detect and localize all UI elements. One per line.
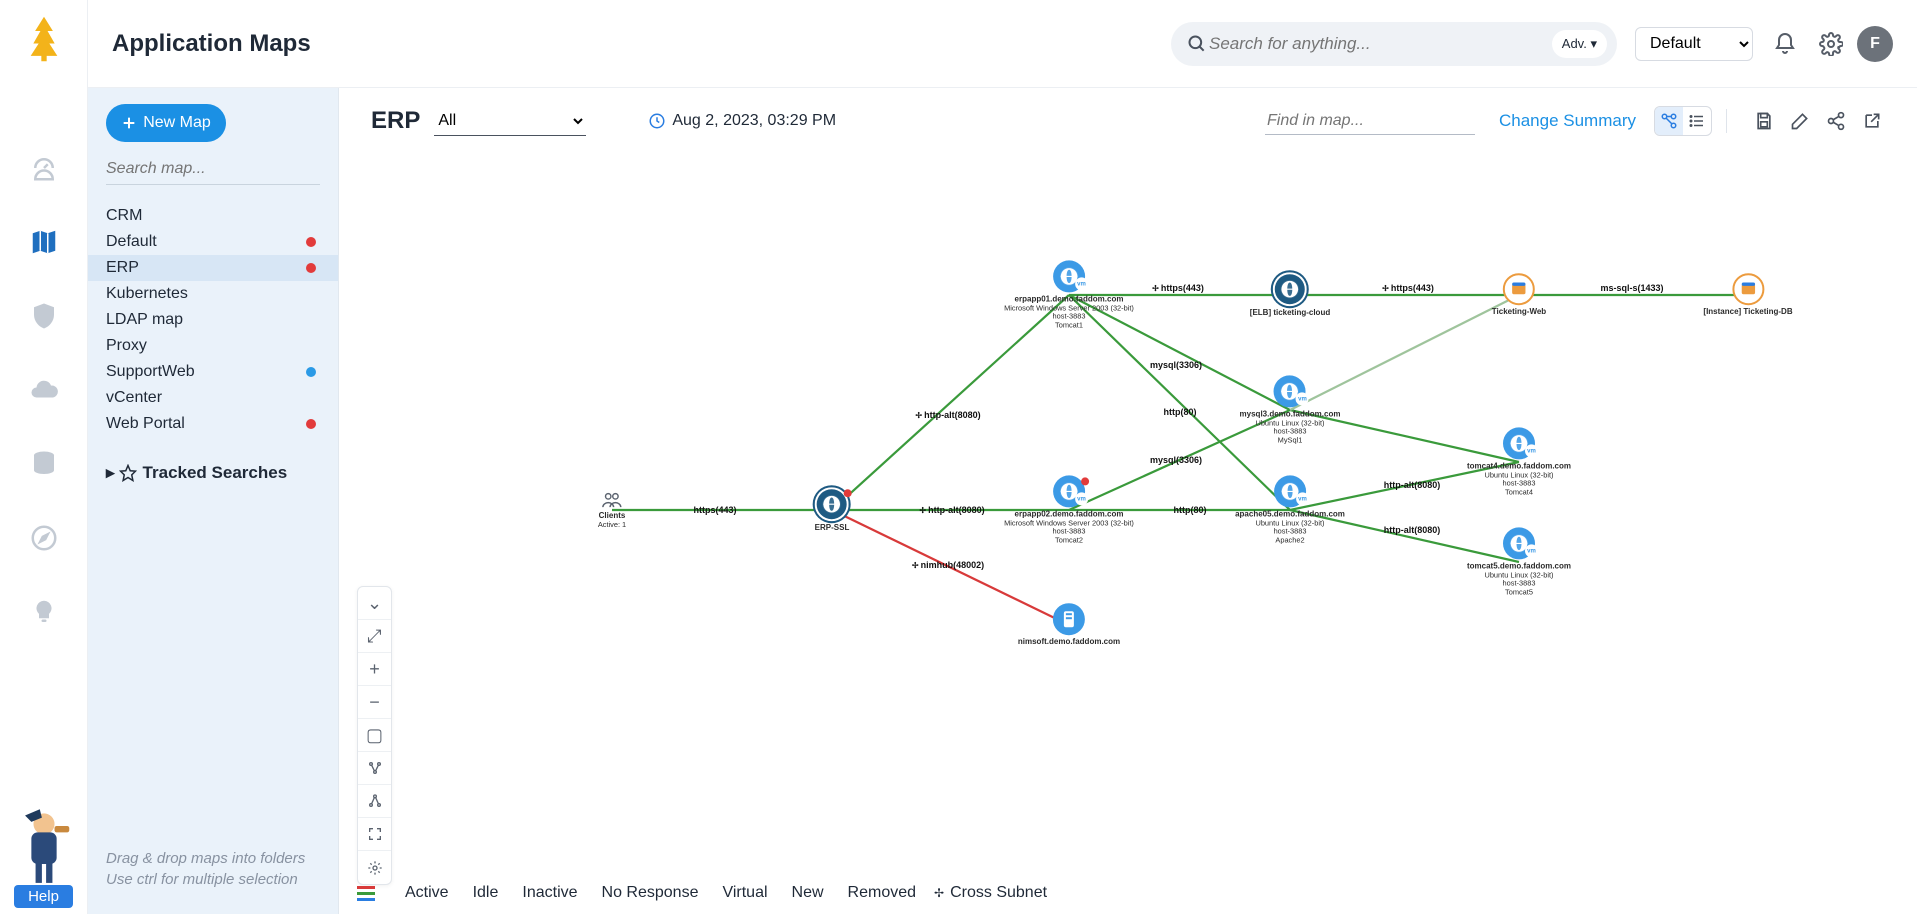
zoom-reset[interactable]: ⤢ bbox=[358, 620, 391, 653]
layout-2[interactable] bbox=[358, 785, 391, 818]
collapse-toggle[interactable]: ⌄ bbox=[358, 587, 391, 620]
export-button[interactable] bbox=[1859, 108, 1885, 134]
help-mascot[interactable]: Help bbox=[0, 805, 88, 914]
edge-label: http-alt(8080) bbox=[1384, 480, 1441, 490]
legend-menu-icon[interactable] bbox=[357, 886, 375, 901]
chevron-down-icon: ▾ bbox=[1590, 36, 1597, 52]
change-summary-link[interactable]: Change Summary bbox=[1499, 111, 1636, 131]
tracked-searches-toggle[interactable]: ▸ Tracked Searches bbox=[88, 463, 338, 483]
edge-label: ms-sql-s(1433) bbox=[1600, 283, 1663, 293]
legend-label: Active bbox=[405, 884, 449, 901]
notifications-icon[interactable] bbox=[1771, 30, 1799, 58]
search-maps-input[interactable] bbox=[106, 154, 320, 185]
nav-lightbulb-icon[interactable] bbox=[27, 595, 61, 629]
legend: Active Idle Inactive No Response Virtual New R… bbox=[357, 884, 1899, 902]
legend-label: Virtual bbox=[722, 884, 767, 901]
new-map-button[interactable]: New Map bbox=[106, 104, 226, 142]
zoom-controls: ⌄ ⤢ + − ▢ bbox=[357, 586, 392, 885]
logo-icon bbox=[28, 16, 60, 67]
zoom-in[interactable]: + bbox=[358, 653, 391, 686]
share-button[interactable] bbox=[1823, 108, 1849, 134]
edge-label: https(443) bbox=[1152, 283, 1204, 293]
view-graph-button[interactable] bbox=[1655, 107, 1683, 135]
edge-label: mysql(3306) bbox=[1150, 455, 1202, 465]
search-input[interactable] bbox=[1207, 33, 1552, 55]
map-canvas[interactable]: ClientsActive: 1ERP-SSLvmerpapp01.demo.f… bbox=[339, 146, 1917, 868]
view-toggle bbox=[1654, 106, 1712, 136]
legend-label: Idle bbox=[473, 884, 499, 901]
map-settings[interactable] bbox=[358, 851, 391, 884]
topbar: Application Maps Adv. ▾ Default F bbox=[88, 0, 1917, 88]
advanced-search-button[interactable]: Adv. ▾ bbox=[1552, 30, 1607, 58]
edge-label: http-alt(8080) bbox=[1384, 525, 1441, 535]
nav-cloud-icon[interactable] bbox=[27, 373, 61, 407]
legend-cross-subnet: Cross Subnet bbox=[950, 884, 1047, 902]
map-item-kubernetes[interactable]: Kubernetes bbox=[88, 281, 338, 307]
fullscreen[interactable] bbox=[358, 818, 391, 851]
panel-hint: Drag & drop maps into folders Use ctrl f… bbox=[106, 848, 305, 890]
layout-1[interactable] bbox=[358, 752, 391, 785]
caret-right-icon: ▸ bbox=[106, 463, 115, 483]
legend-label: No Response bbox=[602, 884, 699, 901]
global-search[interactable]: Adv. ▾ bbox=[1171, 22, 1617, 66]
fit-screen[interactable]: ▢ bbox=[358, 719, 391, 752]
content-toolbar: ERP All Aug 2, 2023, 03:29 PM Change Sum… bbox=[339, 88, 1917, 136]
map-item-vcenter[interactable]: vCenter bbox=[88, 385, 338, 411]
edge-label: nimhub(48002) bbox=[912, 560, 984, 570]
edge-label: https(443) bbox=[1382, 283, 1434, 293]
page-title: Application Maps bbox=[112, 30, 311, 58]
star-icon bbox=[119, 464, 137, 482]
filter-select[interactable]: All bbox=[434, 106, 586, 136]
help-label: Help bbox=[14, 885, 73, 908]
timestamp[interactable]: Aug 2, 2023, 03:29 PM bbox=[648, 112, 836, 130]
find-in-map-input[interactable] bbox=[1265, 108, 1475, 135]
map-content: ERP All Aug 2, 2023, 03:29 PM Change Sum… bbox=[339, 88, 1917, 914]
edge-label: http(80) bbox=[1164, 407, 1197, 417]
nav-database-icon[interactable] bbox=[27, 447, 61, 481]
save-button[interactable] bbox=[1751, 108, 1777, 134]
map-item-supportweb[interactable]: SupportWeb bbox=[88, 359, 338, 385]
status-dot bbox=[306, 419, 316, 429]
nav-dashboard-icon[interactable] bbox=[27, 151, 61, 185]
nav-compass-icon[interactable] bbox=[27, 521, 61, 555]
label-layer: https(443) http-alt(8080) http-alt(8080) ni… bbox=[339, 146, 1917, 868]
view-list-button[interactable] bbox=[1683, 107, 1711, 135]
map-name: ERP bbox=[371, 107, 420, 135]
map-item-erp[interactable]: ERP bbox=[88, 255, 338, 281]
settings-icon[interactable] bbox=[1817, 30, 1845, 58]
legend-label: Inactive bbox=[522, 884, 577, 901]
edge-label: http(80) bbox=[1174, 505, 1207, 515]
edge-label: https(443) bbox=[693, 505, 736, 515]
maps-panel: New Map CRMDefaultERPKubernetesLDAP mapP… bbox=[88, 88, 339, 914]
edit-button[interactable] bbox=[1787, 108, 1813, 134]
edge-label: http-alt(8080) bbox=[919, 505, 984, 515]
search-icon bbox=[1187, 34, 1207, 54]
map-item-proxy[interactable]: Proxy bbox=[88, 333, 338, 359]
cross-subnet-icon: ✢ bbox=[934, 886, 944, 900]
status-dot bbox=[306, 237, 316, 247]
avatar[interactable]: F bbox=[1857, 26, 1893, 62]
status-dot bbox=[306, 263, 316, 273]
legend-label: New bbox=[792, 884, 824, 901]
map-item-crm[interactable]: CRM bbox=[88, 203, 338, 229]
side-rail: Help bbox=[0, 0, 88, 914]
zoom-out[interactable]: − bbox=[358, 686, 391, 719]
maps-list: CRMDefaultERPKubernetesLDAP mapProxySupp… bbox=[88, 203, 338, 437]
map-item-default[interactable]: Default bbox=[88, 229, 338, 255]
divider bbox=[1726, 109, 1727, 133]
status-dot bbox=[306, 367, 316, 377]
nav-security-icon[interactable] bbox=[27, 299, 61, 333]
edge-label: http-alt(8080) bbox=[915, 410, 980, 420]
edge-label: mysql(3306) bbox=[1150, 360, 1202, 370]
map-item-ldap-map[interactable]: LDAP map bbox=[88, 307, 338, 333]
legend-label: Removed bbox=[848, 884, 916, 901]
map-item-web-portal[interactable]: Web Portal bbox=[88, 411, 338, 437]
clock-icon bbox=[648, 112, 666, 130]
plus-icon bbox=[121, 115, 137, 131]
environment-select[interactable]: Default bbox=[1635, 27, 1753, 61]
nav-maps-icon[interactable] bbox=[27, 225, 61, 259]
